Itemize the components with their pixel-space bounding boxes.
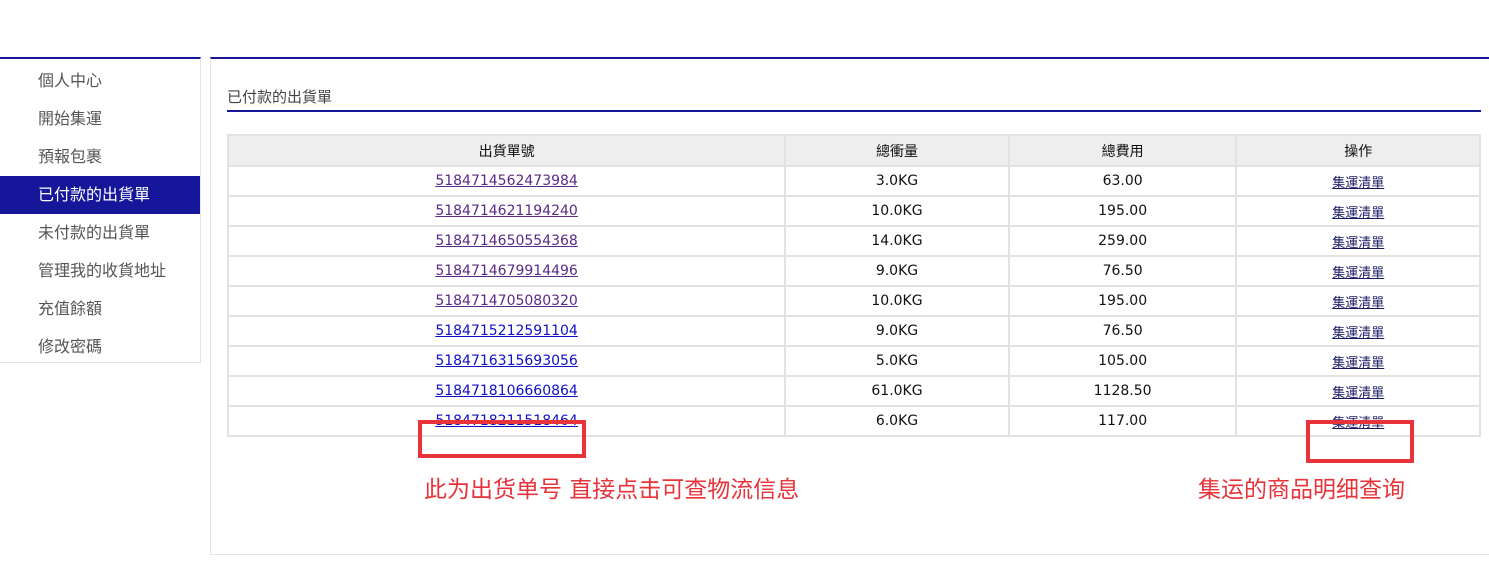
total-weight-cell: 9.0KG (784, 255, 1010, 287)
total-weight-cell: 10.0KG (784, 285, 1010, 317)
order-number-cell: 5184715212591104 (226, 315, 787, 347)
table-header-row: 出貨單號 總衝量 總費用 操作 (226, 134, 1481, 167)
total-weight-cell: 6.0KG (784, 405, 1010, 437)
consolidation-list-link[interactable]: 集運清單 (1332, 206, 1384, 221)
order-number-link[interactable]: 5184714679914496 (435, 263, 578, 279)
sidebar-item-forecast-package[interactable]: 預報包裹 (0, 138, 200, 176)
order-number-link[interactable]: 5184718106660864 (435, 383, 578, 399)
column-header-total-fee: 總費用 (1007, 134, 1238, 167)
table-row: 5184714621194240 10.0KG 195.00 集運清單 (226, 195, 1481, 227)
table-row: 5184718211518464 6.0KG 117.00 集運清單 (226, 405, 1481, 437)
order-number-link[interactable]: 5184715212591104 (435, 323, 578, 339)
order-number-highlight (418, 420, 586, 458)
order-number-link[interactable]: 5184714705080320 (435, 293, 578, 309)
table-row: 5184718106660864 61.0KG 1128.50 集運清單 (226, 375, 1481, 407)
order-number-cell: 5184714705080320 (226, 285, 787, 317)
consolidation-list-link[interactable]: 集運清單 (1332, 296, 1384, 311)
consolidation-list-link[interactable]: 集運清單 (1332, 386, 1384, 401)
total-weight-cell: 61.0KG (784, 375, 1010, 407)
page-title: 已付款的出貨單 (227, 88, 333, 106)
total-fee-cell: 259.00 (1007, 225, 1238, 257)
table-row: 5184714562473984 3.0KG 63.00 集運清單 (226, 165, 1481, 197)
table-row: 5184715212591104 9.0KG 76.50 集運清單 (226, 315, 1481, 347)
action-cell: 集運清單 (1235, 255, 1481, 287)
order-number-cell: 5184714621194240 (226, 195, 787, 227)
consolidation-list-link[interactable]: 集運清單 (1332, 326, 1384, 341)
consolidation-list-link[interactable]: 集運清單 (1332, 266, 1384, 281)
detail-query-annotation: 集运的商品明细查询 (1198, 477, 1405, 503)
total-fee-cell: 76.50 (1007, 255, 1238, 287)
total-fee-cell: 195.00 (1007, 195, 1238, 227)
consolidation-list-link[interactable]: 集運清單 (1332, 236, 1384, 251)
sidebar-item-top-up-balance[interactable]: 充值餘額 (0, 290, 200, 328)
title-divider (227, 110, 1481, 112)
total-weight-cell: 14.0KG (784, 225, 1010, 257)
order-number-cell: 5184716315693056 (226, 345, 787, 377)
order-number-cell: 5184718106660864 (226, 375, 787, 407)
order-number-link[interactable]: 5184716315693056 (435, 353, 578, 369)
order-number-cell: 5184714650554368 (226, 225, 787, 257)
table-row: 5184716315693056 5.0KG 105.00 集運清單 (226, 345, 1481, 377)
detail-link-highlight (1306, 420, 1414, 463)
table-row: 5184714705080320 10.0KG 195.00 集運清單 (226, 285, 1481, 317)
order-number-link[interactable]: 5184714650554368 (435, 233, 578, 249)
sidebar-item-paid-shipments[interactable]: 已付款的出貨單 (0, 176, 200, 214)
table-row: 5184714679914496 9.0KG 76.50 集運清單 (226, 255, 1481, 287)
order-number-link[interactable]: 5184714562473984 (435, 173, 578, 189)
sidebar-item-change-password[interactable]: 修改密碼 (0, 328, 200, 366)
order-number-cell: 5184714679914496 (226, 255, 787, 287)
order-number-annotation: 此为出货单号 直接点击可查物流信息 (424, 477, 800, 503)
total-fee-cell: 195.00 (1007, 285, 1238, 317)
total-weight-cell: 10.0KG (784, 195, 1010, 227)
total-fee-cell: 76.50 (1007, 315, 1238, 347)
action-cell: 集運清單 (1235, 225, 1481, 257)
shipments-table: 出貨單號 總衝量 總費用 操作 5184714562473984 3.0KG 63.… (226, 134, 1481, 437)
column-header-total-weight: 總衝量 (784, 134, 1010, 167)
total-weight-cell: 5.0KG (784, 345, 1010, 377)
sidebar-item-unpaid-shipments[interactable]: 未付款的出貨單 (0, 214, 200, 252)
total-weight-cell: 3.0KG (784, 165, 1010, 197)
order-number-link[interactable]: 5184714621194240 (435, 203, 578, 219)
table-row: 5184714650554368 14.0KG 259.00 集運清單 (226, 225, 1481, 257)
action-cell: 集運清單 (1235, 195, 1481, 227)
action-cell: 集運清單 (1235, 375, 1481, 407)
total-fee-cell: 117.00 (1007, 405, 1238, 437)
action-cell: 集運清單 (1235, 315, 1481, 347)
action-cell: 集運清單 (1235, 165, 1481, 197)
total-fee-cell: 63.00 (1007, 165, 1238, 197)
consolidation-list-link[interactable]: 集運清單 (1332, 356, 1384, 371)
total-weight-cell: 9.0KG (784, 315, 1010, 347)
column-header-order-no: 出貨單號 (226, 134, 787, 167)
consolidation-list-link[interactable]: 集運清單 (1332, 176, 1384, 191)
sidebar-nav: 個人中心 開始集運 預報包裹 已付款的出貨單 未付款的出貨單 管理我的收貨地址 … (0, 57, 201, 363)
total-fee-cell: 1128.50 (1007, 375, 1238, 407)
total-fee-cell: 105.00 (1007, 345, 1238, 377)
order-number-cell: 5184714562473984 (226, 165, 787, 197)
action-cell: 集運清單 (1235, 345, 1481, 377)
column-header-actions: 操作 (1235, 134, 1481, 167)
action-cell: 集運清單 (1235, 285, 1481, 317)
sidebar-item-start-consolidation[interactable]: 開始集運 (0, 100, 200, 138)
sidebar-item-manage-addresses[interactable]: 管理我的收貨地址 (0, 252, 200, 290)
sidebar-item-personal-center[interactable]: 個人中心 (0, 62, 200, 100)
